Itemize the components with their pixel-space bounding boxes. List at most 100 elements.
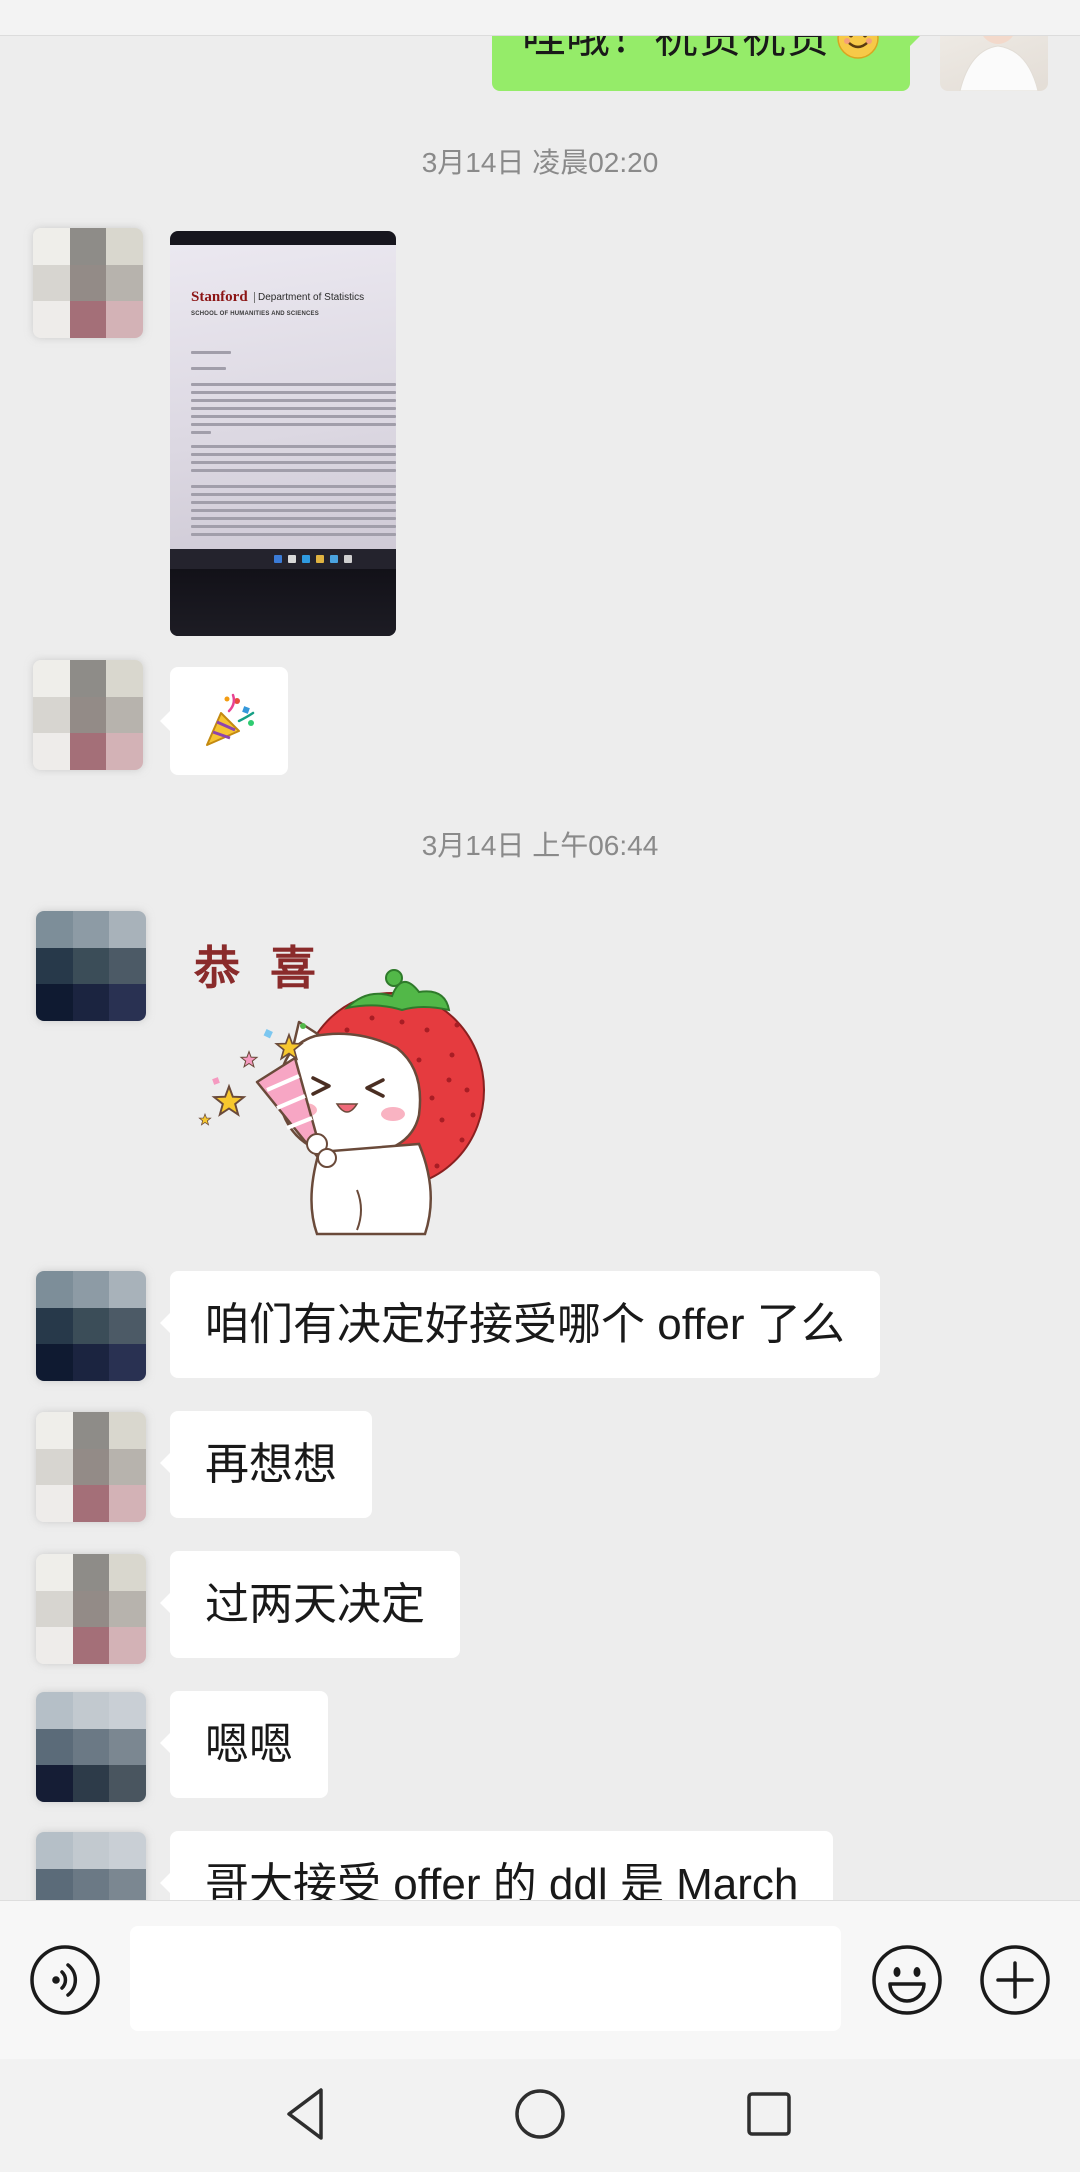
- contact-avatar[interactable]: [36, 1554, 146, 1664]
- avatar-mosaic-cell: [36, 1412, 73, 1449]
- avatar-mosaic-cell: [69, 733, 107, 770]
- avatar-mosaic-cell: [72, 1590, 110, 1628]
- friend-avatar[interactable]: [36, 1832, 146, 1900]
- plus-icon[interactable]: [978, 1943, 1052, 2017]
- avatar-mosaic-cell: [72, 947, 110, 985]
- avatar-mosaic-cell: [109, 1692, 146, 1729]
- message-bubble[interactable]: 过两天决定: [160, 1551, 460, 1658]
- letter-text-line: [191, 469, 396, 472]
- avatar-mosaic-cell: [72, 1554, 110, 1591]
- letter-text-line: [191, 407, 396, 410]
- avatar-mosaic-cell: [36, 1728, 73, 1766]
- letter-text-line: [191, 509, 396, 512]
- timestamp: 3月14日 上午06:44: [421, 830, 659, 861]
- avatar-mosaic-cell: [106, 696, 143, 734]
- wechat-chat-screen: 哇哦！祝贺祝贺 3月14日 凌晨02:20 Stanford Departmen…: [0, 0, 1080, 2172]
- letter-text-line: [191, 391, 396, 394]
- avatar-mosaic-cell: [36, 1868, 73, 1900]
- letter-text-line: [191, 423, 396, 426]
- avatar-mosaic-cell: [72, 1728, 110, 1766]
- back-icon[interactable]: [277, 2084, 337, 2144]
- contact-avatar[interactable]: [33, 660, 143, 770]
- avatar-mosaic-cell: [72, 984, 110, 1021]
- avatar-mosaic-cell: [36, 1271, 73, 1308]
- avatar-mosaic-cell: [109, 1344, 146, 1381]
- letter-text-line: [191, 525, 396, 528]
- letter-text-line: [191, 453, 396, 456]
- avatar-mosaic-cell: [72, 1832, 110, 1869]
- friend-avatar[interactable]: [36, 1692, 146, 1802]
- avatar-mosaic-cell: [36, 1307, 73, 1345]
- avatar-mosaic-cell: [72, 1271, 110, 1308]
- top-bar-edge: [0, 0, 1080, 36]
- avatar-mosaic-cell: [109, 1307, 146, 1345]
- message-bubble[interactable]: 嗯嗯: [160, 1691, 328, 1798]
- avatar-mosaic-cell: [72, 1765, 110, 1802]
- letter-brand: Stanford: [191, 289, 248, 305]
- avatar-mosaic-cell: [109, 1728, 146, 1766]
- message-input[interactable]: [130, 1926, 841, 2031]
- contact-avatar[interactable]: [36, 1412, 146, 1522]
- system-navigation-bar: [0, 2059, 1080, 2172]
- avatar-mosaic-cell: [36, 947, 73, 985]
- avatar-mosaic-cell: [109, 1271, 146, 1308]
- letter-text-line: [191, 461, 396, 464]
- letter-text-line: [191, 445, 396, 448]
- message-bubble[interactable]: 哥大接受 offer 的 ddl 是 March: [159, 1831, 834, 1900]
- avatar-mosaic-cell: [36, 1590, 73, 1628]
- contact-avatar[interactable]: [33, 228, 143, 338]
- letter-department: Department of Statistics: [254, 292, 364, 303]
- letter-text-line: [191, 517, 396, 520]
- message-text: 再想想: [205, 1440, 337, 1489]
- friend-avatar[interactable]: [36, 1271, 146, 1381]
- chat-message-list[interactable]: 哇哦！祝贺祝贺 3月14日 凌晨02:20 Stanford Departmen…: [0, 0, 1080, 1900]
- avatar-mosaic-cell: [72, 1448, 110, 1486]
- avatar-mosaic-cell: [33, 733, 70, 770]
- avatar-mosaic-cell: [69, 264, 107, 302]
- avatar-mosaic-cell: [109, 1590, 146, 1628]
- voice-icon[interactable]: [28, 1943, 102, 2017]
- letter-text-line: [191, 351, 231, 354]
- avatar-mosaic-cell: [72, 911, 110, 948]
- emoji-icon[interactable]: [870, 1943, 944, 2017]
- avatar-mosaic-cell: [72, 1868, 110, 1900]
- friend-avatar[interactable]: [36, 911, 146, 1021]
- avatar-mosaic-cell: [72, 1692, 110, 1729]
- congrats-sticker-text: 恭喜: [194, 942, 346, 994]
- party-sticker-bubble[interactable]: [160, 667, 288, 775]
- recents-icon[interactable]: [739, 2084, 799, 2144]
- letter-text-line: [191, 415, 396, 418]
- avatar-mosaic-cell: [36, 1448, 73, 1486]
- timestamp: 3月14日 凌晨02:20: [421, 147, 659, 178]
- letter-text-line: [191, 367, 226, 370]
- avatar-mosaic-cell: [36, 1344, 73, 1381]
- avatar-mosaic-cell: [109, 1868, 146, 1900]
- message-bubble[interactable]: 再想想: [160, 1411, 372, 1518]
- image-message[interactable]: Stanford Department of Statistics SCHOOL…: [170, 231, 396, 636]
- message-text: 哥大接受 offer 的 ddl 是 March: [205, 1860, 799, 1900]
- avatar-mosaic-cell: [36, 1832, 73, 1869]
- avatar-mosaic-cell: [109, 1765, 146, 1802]
- avatar-mosaic-cell: [36, 1627, 73, 1664]
- avatar-mosaic-cell: [69, 696, 107, 734]
- letter-text-line: [191, 383, 396, 386]
- avatar-mosaic-cell: [72, 1307, 110, 1345]
- avatar-mosaic-cell: [109, 947, 146, 985]
- strawberry-cat-sticker[interactable]: 恭喜: [187, 930, 487, 1237]
- avatar-mosaic-cell: [109, 1485, 146, 1522]
- message-bubble[interactable]: 咱们有决定好接受哪个 offer 了么: [160, 1271, 880, 1378]
- avatar-mosaic-cell: [33, 301, 70, 338]
- letter-text-line: [191, 485, 396, 488]
- avatar-mosaic-cell: [106, 228, 143, 265]
- avatar-mosaic-cell: [72, 1485, 110, 1522]
- avatar-mosaic-cell: [109, 1412, 146, 1449]
- avatar-mosaic-cell: [109, 911, 146, 948]
- avatar-mosaic-cell: [33, 660, 70, 697]
- avatar-mosaic-cell: [72, 1627, 110, 1664]
- avatar-mosaic-cell: [72, 1344, 110, 1381]
- letter-text-line: [191, 493, 396, 496]
- home-icon[interactable]: [510, 2084, 570, 2144]
- avatar-mosaic-cell: [36, 1554, 73, 1591]
- avatar-mosaic-cell: [36, 1765, 73, 1802]
- avatar-mosaic-cell: [33, 228, 70, 265]
